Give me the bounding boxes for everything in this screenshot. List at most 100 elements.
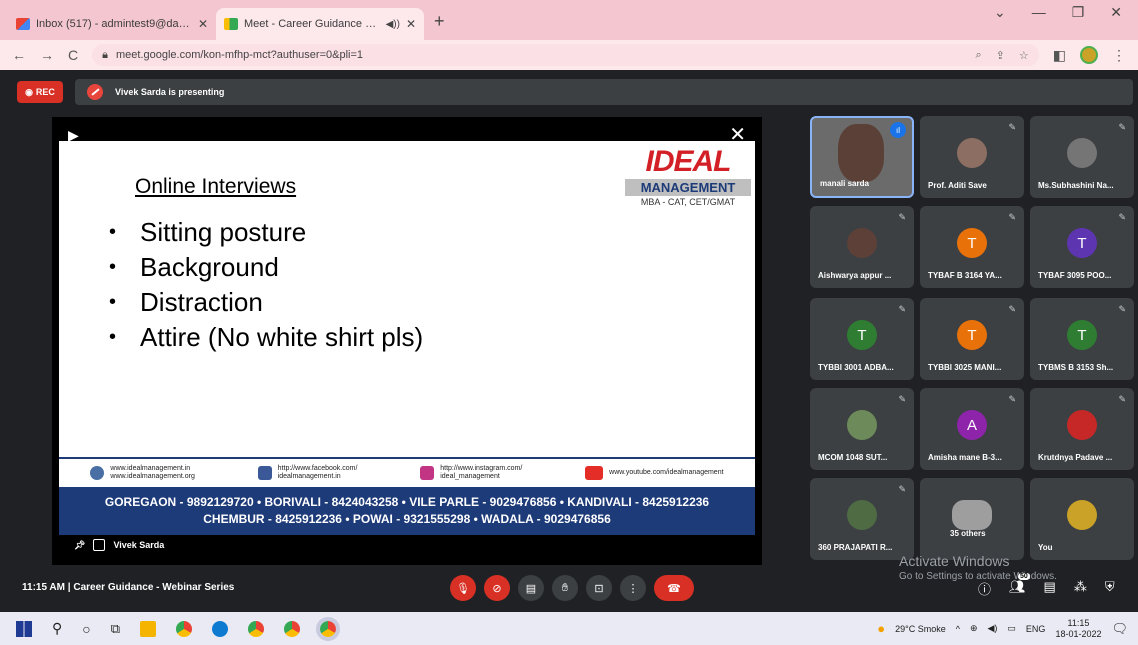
captions-button[interactable]: ▤ [518, 575, 544, 601]
side-controls: ⓘ 👥︎ ▤ ⁂ ⛨ [978, 579, 1115, 598]
chevron-up-icon[interactable]: ^ [956, 624, 960, 634]
address-row: ← → C 🔒︎ meet.google.com/kon-mfhp-mct?au… [0, 40, 1138, 70]
profile-avatar[interactable] [1080, 46, 1098, 64]
close-icon[interactable]: ✕ [1110, 4, 1122, 21]
more-options-button[interactable]: ⋮ [620, 575, 646, 601]
avatar: T [847, 320, 877, 350]
participant-name: You [1038, 543, 1053, 552]
bullet-list: • Sitting posture • Background • Distractio… [109, 215, 423, 355]
restore-icon[interactable]: ❐ [1072, 4, 1085, 21]
leave-call-button[interactable]: ☎︎ [654, 575, 694, 601]
search-icon[interactable]: ⚲ [52, 620, 62, 637]
participant-name: Amisha mane B-3... [928, 453, 1002, 462]
mic-off-icon: ✎ [1118, 122, 1126, 132]
participant-tile[interactable]: ✎ T TYBBI 3001 ADBA... [810, 298, 914, 380]
new-tab-button[interactable]: + [424, 11, 455, 40]
participant-tile[interactable]: ✎ Prof. Aditi Save [920, 116, 1024, 198]
back-icon[interactable]: ← [12, 47, 26, 63]
participant-name: MCOM 1048 SUT... [818, 453, 888, 462]
participant-tile[interactable]: ✎ Ms.Subhashini Na... [1030, 116, 1134, 198]
avatar [1067, 138, 1097, 168]
presenting-banner: Vivek Sarda is presenting [75, 79, 1133, 105]
camera-off-button[interactable]: ⊘ [484, 575, 510, 601]
info-icon[interactable]: ⓘ [978, 579, 991, 598]
participant-tile[interactable]: ✎ Krutdnya Padave ... [1030, 388, 1134, 470]
activities-icon[interactable]: ⁂ [1074, 579, 1087, 598]
chevron-down-icon[interactable]: ⌄ [994, 4, 1006, 21]
task-view-icon[interactable]: ⧉ [111, 621, 120, 637]
tab-inbox[interactable]: Inbox (517) - admintest9@dalmi ✕ [8, 8, 216, 40]
tab-meet[interactable]: Meet - Career Guidance - W ◀)) ✕ [216, 8, 424, 40]
presenter-name: Vivek Sarda [113, 540, 165, 550]
address-bar[interactable]: 🔒︎ meet.google.com/kon-mfhp-mct?authuser… [92, 44, 1039, 66]
people-icon[interactable]: 👥︎ [1009, 579, 1026, 598]
participant-tile[interactable]: ✎ Aishwarya appur ... [810, 206, 914, 288]
weather-text[interactable]: 29°C Smoke [895, 624, 946, 634]
captions-icon: ▤ [525, 582, 537, 595]
volume-icon[interactable]: ◀) [987, 623, 997, 634]
file-explorer-icon[interactable] [140, 620, 157, 637]
mic-off-icon: ✎ [898, 484, 906, 494]
links-strip: www.idealmanagement.in www.idealmanagemen… [59, 457, 755, 487]
mic-off-icon: ✎ [1008, 304, 1016, 314]
pin-icon[interactable]: 📌︎ [74, 540, 85, 551]
chrome-profile-2-icon[interactable] [284, 620, 301, 637]
participant-tile[interactable]: You [1030, 478, 1134, 560]
chrome-active-icon[interactable] [316, 616, 341, 641]
speaking-icon: ıl [890, 122, 906, 138]
participant-name: Ms.Subhashini Na... [1038, 181, 1114, 190]
meeting-time: 11:15 AM [22, 582, 65, 593]
mic-off-button[interactable]: 🎙︎ [450, 575, 476, 601]
windows-start-icon[interactable] [16, 620, 32, 637]
menu-icon[interactable]: ⋮ [1112, 47, 1126, 64]
minimize-icon[interactable]: — [1032, 4, 1046, 21]
avatar [847, 228, 877, 258]
mic-off-icon: ✎ [1118, 304, 1126, 314]
raise-hand-button[interactable]: ✋︎ [552, 575, 578, 601]
cortana-icon[interactable]: ○ [82, 621, 90, 637]
participant-tile[interactable]: 35 others [920, 478, 1024, 560]
participant-tile[interactable]: ✎ T TYBAF 3095 POO... [1030, 206, 1134, 288]
forward-icon[interactable]: → [40, 47, 54, 63]
share-icon[interactable]: ⇪ [996, 49, 1005, 62]
record-icon: ◉ [25, 86, 33, 97]
avatar: A [957, 410, 987, 440]
zoom-icon[interactable]: ⌕ [976, 49, 982, 62]
language-indicator[interactable]: ENG [1026, 624, 1046, 634]
close-icon[interactable]: ✕ [198, 17, 208, 31]
network-icon[interactable]: ⊕ [970, 623, 978, 634]
tab-title: Meet - Career Guidance - W [244, 18, 380, 30]
display-icon[interactable]: ▭ [1007, 623, 1016, 634]
chat-icon[interactable]: ▤ [1044, 579, 1056, 598]
clock[interactable]: 11:15 18-01-2022 [1055, 618, 1101, 640]
weather-icon: ● [877, 621, 886, 636]
participant-tile[interactable]: ✎ T TYBMS B 3153 Sh... [1030, 298, 1134, 380]
url-text[interactable]: meet.google.com/kon-mfhp-mct?authuser=0&… [116, 49, 363, 61]
windows-taskbar: ⚲ ○ ⧉ ● 29°C Smoke ^ ⊕ ◀) ▭ ENG 11:15 18… [0, 612, 1138, 645]
close-icon[interactable]: ✕ [406, 17, 416, 31]
people-count-badge: 50 [1018, 573, 1030, 580]
mic-off-icon: 🎙︎ [456, 582, 470, 595]
chrome-profile-icon[interactable] [248, 620, 265, 637]
list-item: • Distraction [109, 287, 263, 317]
present-button[interactable]: ⊡ [586, 575, 612, 601]
participant-tile[interactable]: ✎ MCOM 1048 SUT... [810, 388, 914, 470]
shield-icon[interactable]: ⛨ [1105, 579, 1115, 598]
ideal-logo: IDEAL MANAGEMENT MBA - CAT, CET/GMAT [625, 145, 751, 207]
star-icon[interactable]: ☆ [1019, 49, 1029, 62]
participant-tile[interactable]: ıl manali sarda [810, 116, 914, 198]
participant-tile[interactable]: ✎ A Amisha mane B-3... [920, 388, 1024, 470]
globe-icon [90, 466, 105, 480]
mic-off-icon: ✎ [898, 212, 906, 222]
reload-icon[interactable]: C [68, 47, 78, 63]
participant-tile[interactable]: ✎ T TYBBI 3025 MANI... [920, 298, 1024, 380]
speaker-icon[interactable]: ◀)) [386, 19, 400, 30]
chrome-icon[interactable] [176, 620, 193, 637]
notification-icon[interactable]: 🗨︎ [1111, 621, 1128, 637]
participant-tile[interactable]: ✎ 360 PRAJAPATI R... [810, 478, 914, 560]
presenting-text: Vivek Sarda is presenting [115, 87, 225, 97]
edge-icon[interactable] [212, 620, 229, 637]
clock-time: 11:15 [1067, 617, 1090, 628]
participant-tile[interactable]: ✎ T TYBAF B 3164 YA... [920, 206, 1024, 288]
sidebar-icon[interactable]: ◧ [1053, 47, 1066, 64]
